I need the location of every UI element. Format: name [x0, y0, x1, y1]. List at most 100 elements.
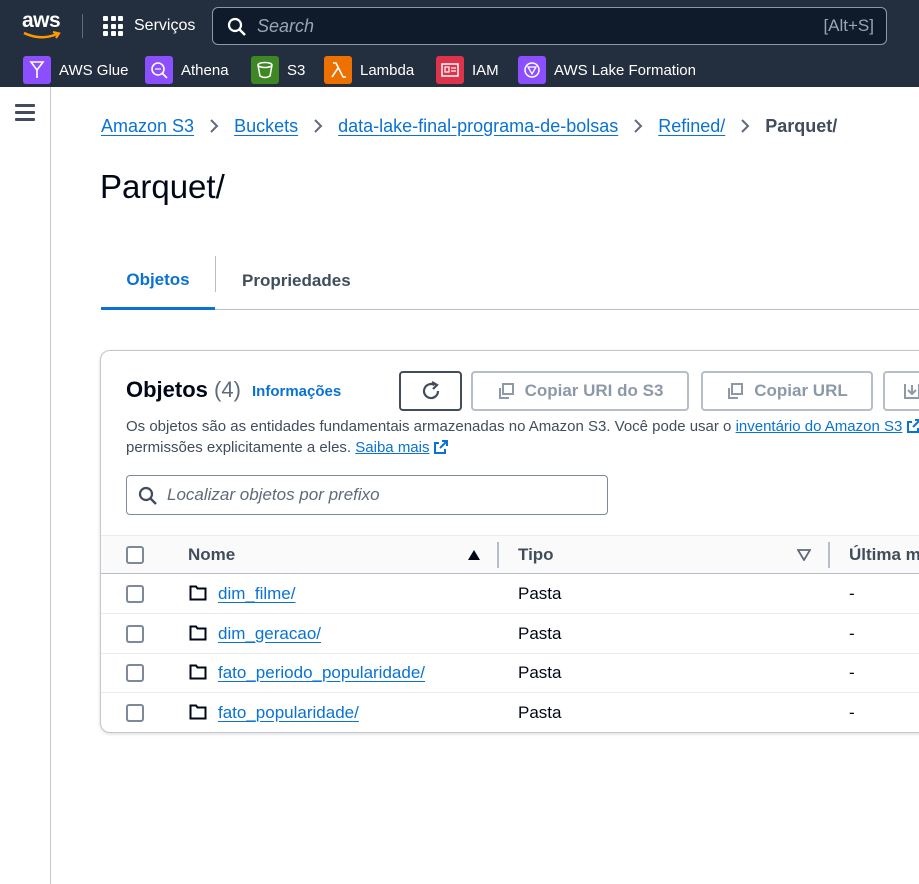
- breadcrumb: Amazon S3 Buckets data-lake-final-progra…: [101, 114, 837, 138]
- page-title: Parquet/: [100, 168, 225, 205]
- column-resizer[interactable]: [497, 542, 499, 568]
- services-label: Serviços: [134, 17, 196, 34]
- object-name-link[interactable]: fato_periodo_popularidade/: [218, 663, 425, 683]
- favorite-label: IAM: [472, 61, 499, 79]
- glue-icon: [23, 56, 51, 84]
- object-modified: -: [849, 583, 855, 603]
- download-button[interactable]: [883, 371, 919, 411]
- favorite-aws-glue[interactable]: AWS Glue: [23, 55, 128, 85]
- favorite-lambda[interactable]: Lambda: [324, 55, 414, 85]
- objects-count: (4): [214, 377, 241, 402]
- objects-title: Objetos: [126, 377, 208, 402]
- chevron-right-icon: [314, 119, 323, 133]
- object-type: Pasta: [518, 623, 562, 643]
- column-resizer[interactable]: [828, 542, 830, 568]
- breadcrumb-current: Parquet/: [765, 115, 838, 136]
- copy-icon: [728, 383, 744, 399]
- sort-icon[interactable]: [797, 549, 811, 561]
- refresh-button[interactable]: [399, 371, 462, 411]
- refresh-icon: [422, 381, 439, 400]
- object-name-link[interactable]: dim_geracao/: [218, 624, 321, 644]
- breadcrumb-refined[interactable]: Refined/: [658, 116, 725, 137]
- table-row[interactable]: dim_geracao/ Pasta -: [101, 614, 919, 654]
- tabs: Objetos Propriedades: [101, 252, 919, 310]
- copy-s3-uri-button[interactable]: Copiar URI do S3: [471, 371, 689, 411]
- tab-objetos[interactable]: Objetos: [101, 252, 215, 310]
- row-checkbox[interactable]: [126, 664, 144, 682]
- breadcrumb-buckets[interactable]: Buckets: [234, 116, 298, 137]
- chevron-right-icon: [634, 119, 643, 133]
- favorite-aws-lake-formation[interactable]: AWS Lake Formation: [518, 55, 696, 85]
- menu-icon[interactable]: [15, 104, 35, 121]
- object-modified: -: [849, 702, 855, 722]
- download-icon: [904, 384, 919, 399]
- favorite-athena[interactable]: Athena: [145, 55, 229, 85]
- object-modified: -: [849, 623, 855, 643]
- object-type: Pasta: [518, 662, 562, 682]
- chevron-right-icon: [210, 119, 219, 133]
- lambda-icon: [324, 56, 352, 84]
- folder-icon: [189, 585, 207, 601]
- search-icon: [227, 17, 246, 36]
- copy-icon: [498, 383, 514, 399]
- description-text-2: permissões explicitamente a eles.: [126, 439, 352, 456]
- info-link[interactable]: Informações: [252, 383, 341, 400]
- column-name-label: Nome: [188, 545, 236, 564]
- objects-panel: Objetos (4) Informações Copiar URI do S3…: [100, 350, 919, 733]
- select-all-checkbox[interactable]: [126, 546, 144, 564]
- prefix-filter-input[interactable]: Localizar objetos por prefixo: [126, 475, 608, 515]
- tab-propriedades[interactable]: Propriedades: [242, 252, 351, 309]
- search-shortcut-hint: [Alt+S]: [823, 16, 874, 35]
- row-checkbox[interactable]: [126, 585, 144, 603]
- folder-icon: [189, 704, 207, 720]
- folder-icon: [189, 625, 207, 641]
- object-name-link[interactable]: fato_popularidade/: [218, 703, 359, 723]
- favorite-label: AWS Lake Formation: [554, 61, 696, 79]
- copy-url-label: Copiar URL: [754, 381, 848, 400]
- global-search-input[interactable]: Search [Alt+S]: [212, 7, 887, 45]
- top-navigation: aws Serviços Search [Alt+S]: [0, 0, 919, 52]
- favorite-label: Lambda: [360, 61, 415, 79]
- table-header: Nome Tipo Última m: [101, 535, 919, 574]
- description-text: Os objetos são as entidades fundamentais…: [126, 418, 732, 435]
- column-header-last-modified[interactable]: Última m: [849, 536, 919, 574]
- grid-icon: [103, 16, 123, 36]
- favorite-s3[interactable]: S3: [251, 55, 305, 85]
- column-modified-label: Última m: [849, 545, 919, 564]
- favorite-label: AWS Glue: [59, 61, 129, 79]
- learn-more-link[interactable]: Saiba mais: [355, 439, 429, 456]
- services-menu-button[interactable]: Serviços: [103, 14, 195, 38]
- chevron-right-icon: [741, 119, 750, 133]
- s3-bucket-icon: [251, 56, 279, 84]
- object-name-link[interactable]: dim_filme/: [218, 584, 295, 604]
- breadcrumb-amazon-s3[interactable]: Amazon S3: [101, 116, 194, 137]
- breadcrumb-bucket[interactable]: data-lake-final-programa-de-bolsas: [338, 116, 618, 137]
- lake-formation-icon: [518, 56, 546, 84]
- copy-url-button[interactable]: Copiar URL: [701, 371, 873, 411]
- iam-icon: [436, 56, 464, 84]
- search-placeholder: Search: [257, 16, 315, 36]
- objects-description: Os objetos são as entidades fundamentais…: [126, 416, 919, 458]
- aws-logo[interactable]: aws: [22, 9, 64, 39]
- side-navigation: [0, 87, 51, 884]
- inventory-link[interactable]: inventário do Amazon S3: [736, 418, 903, 435]
- favorite-iam[interactable]: IAM: [436, 55, 499, 85]
- object-type: Pasta: [518, 583, 562, 603]
- table-row[interactable]: fato_periodo_popularidade/ Pasta -: [101, 653, 919, 693]
- row-checkbox[interactable]: [126, 625, 144, 643]
- external-link-icon: [907, 419, 919, 433]
- objects-heading: Objetos (4): [126, 377, 241, 403]
- nav-divider: [82, 14, 83, 38]
- tab-divider: [215, 256, 216, 292]
- favorite-label: S3: [287, 61, 306, 79]
- search-icon: [138, 486, 157, 505]
- row-checkbox[interactable]: [126, 704, 144, 722]
- copy-s3-uri-label: Copiar URI do S3: [524, 381, 664, 400]
- table-row[interactable]: fato_popularidade/ Pasta -: [101, 693, 919, 732]
- object-modified: -: [849, 662, 855, 682]
- column-header-type[interactable]: Tipo: [518, 536, 554, 574]
- filter-placeholder: Localizar objetos por prefixo: [167, 485, 380, 504]
- column-header-name[interactable]: Nome: [188, 536, 235, 574]
- table-row[interactable]: dim_filme/ Pasta -: [101, 574, 919, 614]
- sort-ascending-icon[interactable]: [467, 549, 481, 561]
